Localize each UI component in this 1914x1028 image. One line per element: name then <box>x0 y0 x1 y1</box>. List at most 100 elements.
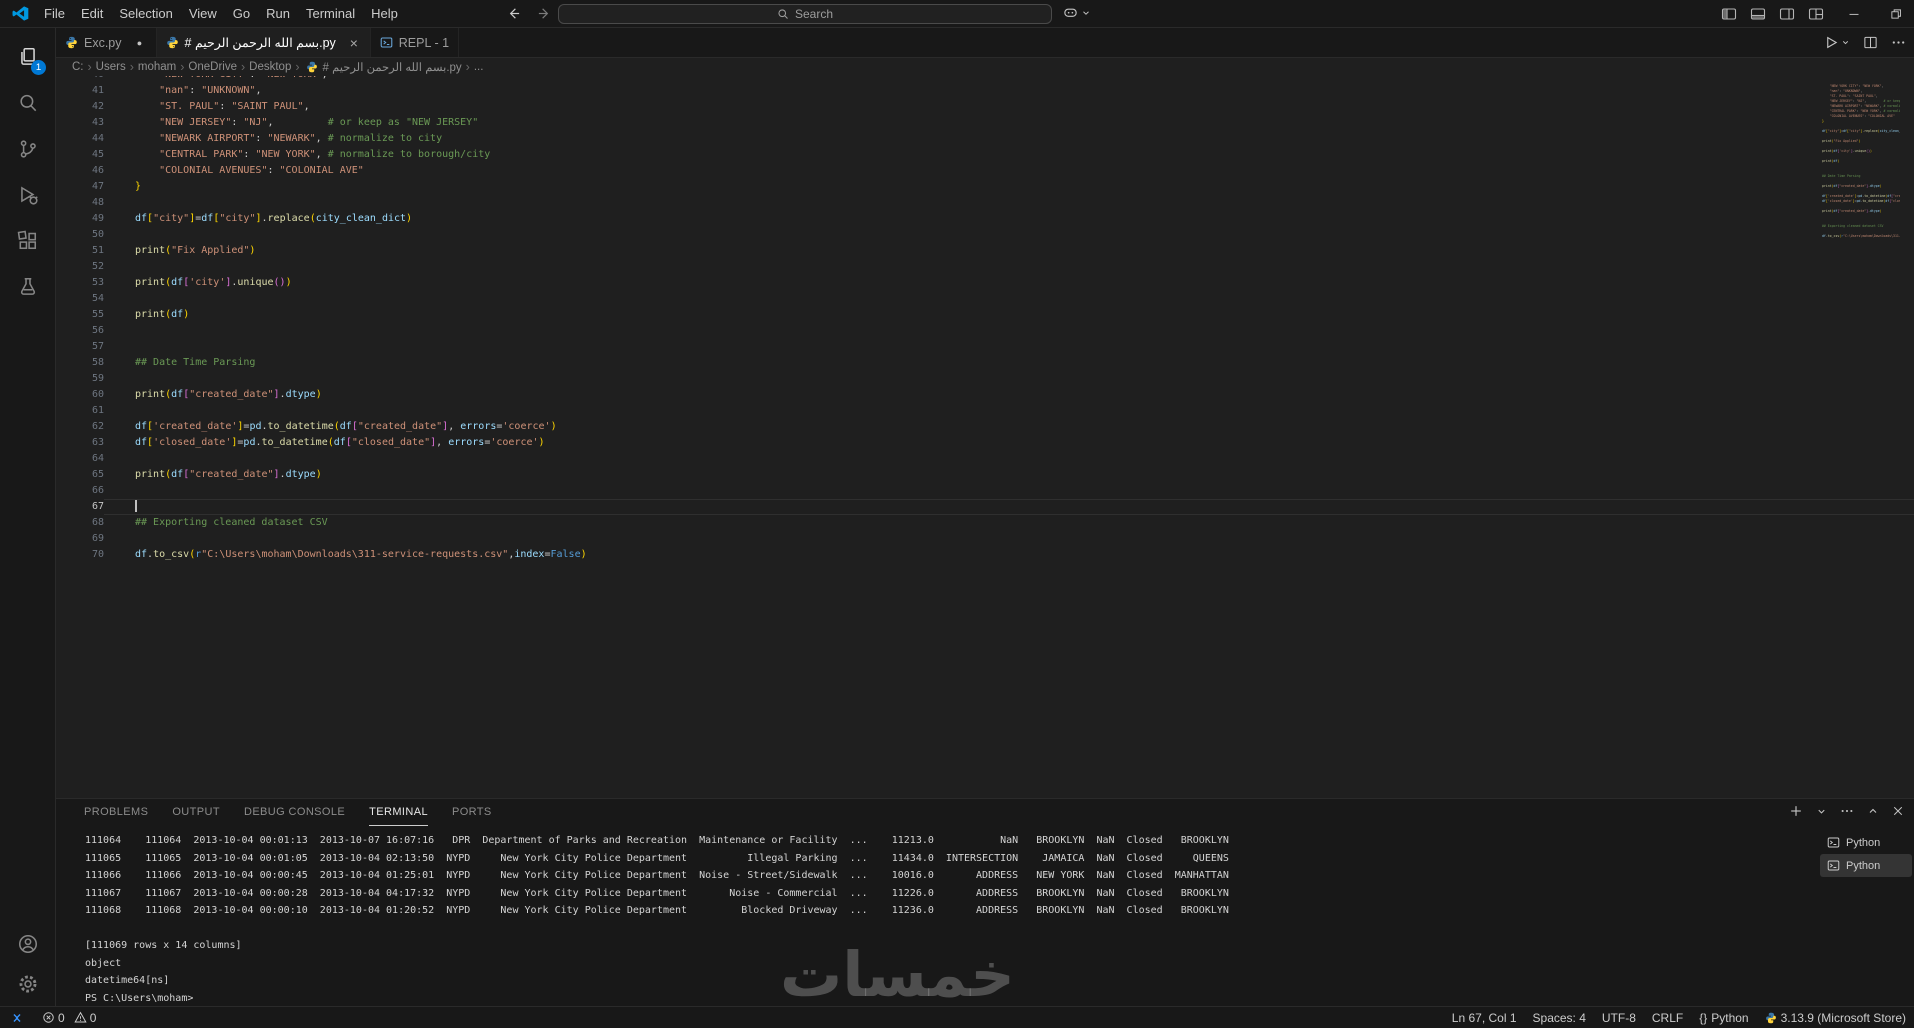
menu-file[interactable]: File <box>36 0 73 27</box>
code-line[interactable]: 59 <box>56 371 1914 387</box>
minimize-button[interactable] <box>1836 0 1872 27</box>
breadcrumb-drive[interactable]: C: <box>72 61 84 73</box>
modified-dot-icon[interactable]: ● <box>133 38 147 48</box>
customize-layout-icon[interactable] <box>1801 0 1830 27</box>
activity-run-debug[interactable] <box>0 172 55 218</box>
run-python-file-button[interactable] <box>1824 35 1850 50</box>
code-line[interactable]: 57 <box>56 339 1914 355</box>
panel-tab-debug-console[interactable]: DEBUG CONSOLE <box>244 800 345 826</box>
breadcrumb-symbol-path[interactable]: ... <box>474 61 484 73</box>
cursor-position-status[interactable]: Ln 67, Col 1 <box>1444 1007 1525 1028</box>
account-icon[interactable] <box>0 924 55 964</box>
code-line[interactable]: 47} <box>56 179 1914 195</box>
indentation-status[interactable]: Spaces: 4 <box>1525 1007 1594 1028</box>
terminal-instance-python-1[interactable]: Python <box>1820 831 1912 854</box>
menu-edit[interactable]: Edit <box>73 0 111 27</box>
close-panel-icon[interactable] <box>1892 805 1904 817</box>
restore-window-button[interactable] <box>1878 0 1914 27</box>
activity-extensions[interactable] <box>0 218 55 264</box>
maximize-panel-icon[interactable] <box>1867 805 1879 817</box>
terminal-line: 111064 111064 2013-10-04 00:01:13 2013-1… <box>85 835 1229 846</box>
tab-exc-py[interactable]: Exc.py ● <box>56 28 157 57</box>
menu-run[interactable]: Run <box>258 0 298 27</box>
code-line[interactable]: 50 <box>56 227 1914 243</box>
code-line[interactable]: 55 print(df) <box>56 307 1914 323</box>
activity-search[interactable] <box>0 80 55 126</box>
terminal-output[interactable]: 111064 111064 2013-10-04 00:01:13 2013-1… <box>56 826 1914 1007</box>
language-mode-status[interactable]: {} Python <box>1691 1007 1756 1028</box>
breadcrumb-filename[interactable]: # بسم الله الرحمن الرحيم.py <box>323 60 462 74</box>
forward-arrow-icon[interactable] <box>537 6 552 21</box>
activity-explorer[interactable]: 1 <box>0 34 55 80</box>
split-editor-icon[interactable] <box>1863 35 1878 50</box>
panel-more-actions-icon[interactable] <box>1840 804 1854 818</box>
menu-selection[interactable]: Selection <box>111 0 180 27</box>
breadcrumb-onedrive[interactable]: OneDrive <box>188 61 237 73</box>
toggle-panel-icon[interactable] <box>1743 0 1772 27</box>
problems-status[interactable]: 0 0 <box>34 1007 110 1028</box>
code-line[interactable]: 40 "NEW YORK CITY": "NEW YORK", <box>56 76 1914 83</box>
encoding-status[interactable]: UTF-8 <box>1594 1007 1644 1028</box>
code-line[interactable]: 48 <box>56 195 1914 211</box>
menu-view[interactable]: View <box>181 0 225 27</box>
code-line[interactable]: 44 "NEWARK AIRPORT": "NEWARK", # normali… <box>56 131 1914 147</box>
terminal-instance-python-2[interactable]: Python <box>1820 854 1912 877</box>
panel-tab-problems[interactable]: PROBLEMS <box>84 800 148 826</box>
menu-help[interactable]: Help <box>363 0 406 27</box>
code-line[interactable]: 43 "NEW JERSEY": "NJ", # or keep as "NEW… <box>56 115 1914 131</box>
activity-source-control[interactable] <box>0 126 55 172</box>
remote-indicator-icon[interactable] <box>0 1007 34 1028</box>
line-number: 69 <box>91 533 104 544</box>
breadcrumb-users[interactable]: Users <box>96 61 126 73</box>
terminal-instance-label: Python <box>1846 836 1881 849</box>
code-line[interactable]: 62 df['created_date']=pd.to_datetime(df["… <box>56 419 1914 435</box>
code-line[interactable]: 69 <box>56 531 1914 547</box>
code-line[interactable]: 49 df["city"]=df["city"].replace(city_cle… <box>56 211 1914 227</box>
more-actions-icon[interactable] <box>1891 35 1906 50</box>
search-command-center[interactable]: Search <box>558 4 1052 24</box>
panel-tab-terminal[interactable]: TERMINAL <box>369 800 428 826</box>
code-line[interactable]: 65 print(df["created_date"].dtype) <box>56 467 1914 483</box>
code-line[interactable]: 68 ## Exporting cleaned dataset CSV <box>56 515 1914 531</box>
code-line[interactable]: 51 print("Fix Applied") <box>56 243 1914 259</box>
breadcrumb-desktop[interactable]: Desktop <box>249 61 291 73</box>
code-line[interactable]: 41 "nan": "UNKNOWN", <box>56 83 1914 99</box>
menu-terminal[interactable]: Terminal <box>298 0 363 27</box>
python-interpreter-status[interactable]: 3.13.9 (Microsoft Store) <box>1757 1007 1914 1028</box>
back-arrow-icon[interactable] <box>506 6 521 21</box>
code-line[interactable]: 45 "CENTRAL PARK": "NEW YORK", # normali… <box>56 147 1914 163</box>
menu-go[interactable]: Go <box>225 0 258 27</box>
tab-bismillah-py[interactable]: # بسم الله الرحمن الرحيم.py × <box>156 28 371 57</box>
code-line[interactable]: 63 df['closed_date']=pd.to_datetime(df["c… <box>56 435 1914 451</box>
toggle-primary-sidebar-icon[interactable] <box>1714 0 1743 27</box>
new-terminal-icon[interactable] <box>1789 804 1803 818</box>
code-line[interactable]: 46 "COLONIAL AVENUES": "COLONIAL AVE" <box>56 163 1914 179</box>
code-line[interactable]: 70 df.to_csv(r"C:\Users\moham\Downloads\3… <box>56 547 1914 563</box>
panel-tab-output[interactable]: OUTPUT <box>172 800 220 826</box>
code-line[interactable]: 56 <box>56 323 1914 339</box>
code-line[interactable]: 66 <box>56 483 1914 499</box>
minimap[interactable]: "NEW YORK CITY": "NEW YORK", "nan": "UNK… <box>1822 84 1900 259</box>
code-editor[interactable]: 40 "NEW YORK CITY": "NEW YORK",41 "nan":… <box>56 76 1914 798</box>
code-line[interactable]: 58 ## Date Time Parsing <box>56 355 1914 371</box>
toggle-secondary-sidebar-icon[interactable] <box>1772 0 1801 27</box>
warning-icon <box>74 1011 87 1023</box>
eol-status[interactable]: CRLF <box>1644 1007 1691 1028</box>
copilot-button[interactable] <box>1063 5 1091 20</box>
code-line[interactable]: 67 <box>56 499 1914 515</box>
code-line[interactable]: 52 <box>56 259 1914 275</box>
breadcrumb-moham[interactable]: moham <box>138 61 176 73</box>
terminal-profile-chevron-icon[interactable] <box>1816 806 1827 817</box>
close-tab-icon[interactable]: × <box>347 35 361 51</box>
line-number: 51 <box>91 245 104 256</box>
activity-testing[interactable] <box>0 264 55 310</box>
code-line[interactable]: 54 <box>56 291 1914 307</box>
code-line[interactable]: 64 <box>56 451 1914 467</box>
code-line[interactable]: 53 print(df['city'].unique()) <box>56 275 1914 291</box>
code-line[interactable]: 60 print(df["created_date"].dtype) <box>56 387 1914 403</box>
panel-tab-ports[interactable]: PORTS <box>452 800 492 826</box>
tab-repl-1[interactable]: REPL - 1 <box>370 28 460 57</box>
code-line[interactable]: 61 <box>56 403 1914 419</box>
code-line[interactable]: 42 "ST. PAUL": "SAINT PAUL", <box>56 99 1914 115</box>
settings-gear-icon[interactable] <box>0 964 55 1004</box>
